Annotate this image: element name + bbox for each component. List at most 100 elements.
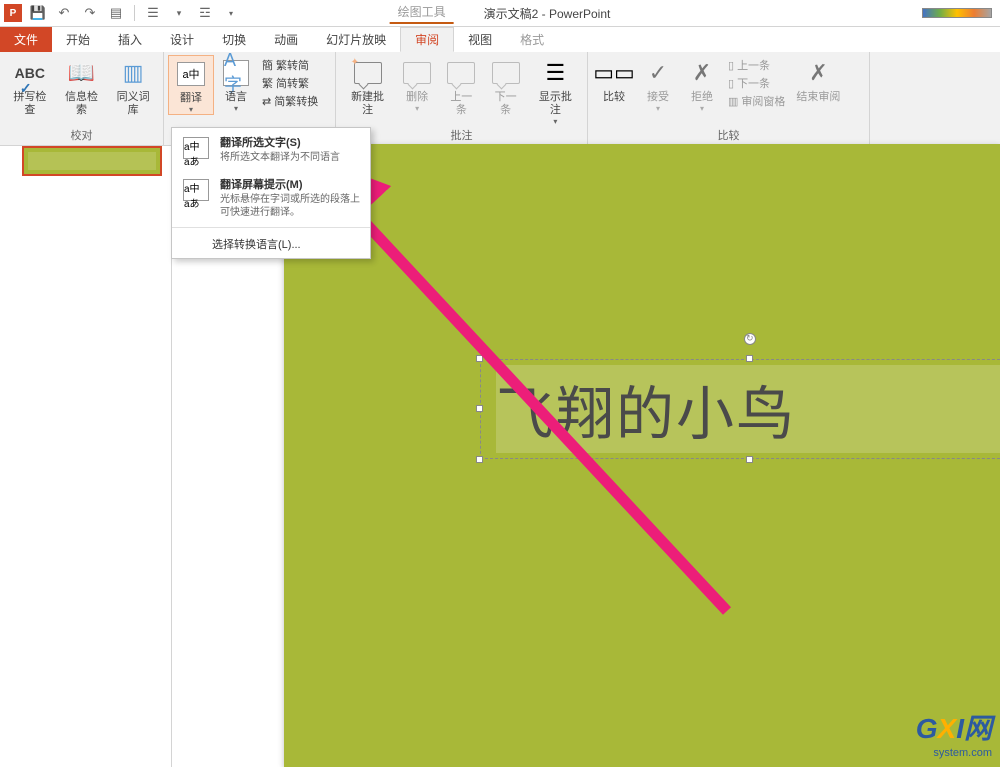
textbox[interactable]: 飞翔的小鸟 [480,359,1000,459]
end-review-label: 结束审阅 [796,91,840,104]
ribbon-tabs: 文件 开始 插入 设计 切换 动画 幻灯片放映 审阅 视图 格式 [0,27,1000,52]
tab-design[interactable]: 设计 [156,27,208,52]
spellcheck-icon: ABC [14,57,46,89]
tab-review[interactable]: 审阅 [400,27,454,52]
group-compare: ▭▭ 比较 ✓ 接受 ▾ ✗ 拒绝 ▾ ▯上一条 ▯下一条 ▥审阅窗格 ✗ 结束… [588,52,870,145]
tab-file[interactable]: 文件 [0,27,52,52]
t2s-icon: 簡 [262,57,273,73]
reject-label: 拒绝 [691,91,713,104]
ribbon: ABC 拼写检查 📖 信息检索 ▥ 同义词库 校对 a中 翻译 ▾ A字 语言 [0,52,1000,146]
resize-handle-tl[interactable] [476,355,483,362]
menu-translate-screentip[interactable]: a中aあ 翻译屏幕提示(M) 光标悬停在字词或所选的段落上可快速进行翻译。 [172,170,370,225]
slide-title-text[interactable]: 飞翔的小鸟 [496,367,796,451]
end-review-button[interactable]: ✗ 结束审阅 [790,55,846,104]
translate-icon: a中 [175,58,207,90]
group-comments: 新建批注 删除 ▾ 上一条 下一条 ☰ 显示批注 ▾ 批注 [336,52,588,145]
tab-format[interactable]: 格式 [506,27,558,52]
separator [134,5,135,21]
tab-insert[interactable]: 插入 [104,27,156,52]
language-button[interactable]: A字 语言 ▾ [214,55,258,113]
translate-button[interactable]: a中 翻译 ▾ [168,55,214,115]
group-proofing: ABC 拼写检查 📖 信息检索 ▥ 同义词库 校对 [0,52,164,145]
next-comment-button[interactable]: 下一条 [484,55,528,117]
redo-icon[interactable]: ↷ [80,3,100,23]
thumbnail-panel[interactable] [0,146,172,767]
start-from-beginning-icon[interactable]: ▤ [106,3,126,23]
t2s-button[interactable]: 簡繁转简 [262,57,318,73]
watermark: GXI网 system.com [916,707,992,759]
research-button[interactable]: 📖 信息检索 [56,55,108,117]
menu-separator [172,227,370,228]
s2t-button[interactable]: 繁简转繁 [262,75,318,91]
translate-label: 翻译 [180,92,202,105]
accept-button[interactable]: ✓ 接受 ▾ [636,55,680,113]
accept-icon: ✓ [642,57,674,89]
rotate-handle[interactable] [744,333,756,345]
spellcheck-button[interactable]: ABC 拼写检查 [4,55,56,117]
compare-next-button[interactable]: ▯下一条 [728,75,785,91]
show-comments-label: 显示批注 [534,91,577,117]
resize-handle-bl[interactable] [476,456,483,463]
tab-view[interactable]: 视图 [454,27,506,52]
touch-mode-icon[interactable]: ☰ [143,3,163,23]
menu-item-desc: 将所选文本翻译为不同语言 [220,151,362,164]
tab-transitions[interactable]: 切换 [208,27,260,52]
undo-icon[interactable]: ↶ [54,3,74,23]
qat-customize-icon[interactable]: ☲ [195,3,215,23]
next-comment-icon [490,57,522,89]
compare-nav: ▯上一条 ▯下一条 ▥审阅窗格 [724,55,789,111]
language-label: 语言 [225,91,247,104]
compare-button[interactable]: ▭▭ 比较 [592,55,636,104]
menu-item-title: 翻译屏幕提示(M) [220,176,362,192]
slide-thumbnail-1[interactable] [22,146,162,176]
chinese-conversion: 簡繁转简 繁简转繁 ⇄简繁转换 [258,55,322,111]
menu-choose-language[interactable]: 选择转换语言(L)... [172,230,370,258]
show-comments-button[interactable]: ☰ 显示批注 ▾ [528,55,583,126]
chevron-down-icon: ▾ [656,104,660,113]
slide-canvas: 飞翔的小鸟 [284,144,1000,767]
translate-screentip-icon: a中aあ [180,176,212,204]
resize-handle-tm[interactable] [746,355,753,362]
new-comment-icon [352,57,384,89]
tab-animations[interactable]: 动画 [260,27,312,52]
document-title: 演示文稿2 - PowerPoint [484,5,611,22]
watermark-brand: GXI网 [916,707,992,747]
delete-comment-label: 删除 [406,91,428,104]
new-comment-button[interactable]: 新建批注 [340,55,395,117]
research-label: 信息检索 [62,91,102,117]
compare-icon: ▭▭ [598,57,630,89]
delete-comment-button[interactable]: 删除 ▾ [395,55,439,113]
qat-more-icon[interactable]: ▾ [169,3,189,23]
proofing-group-label: 校对 [0,127,163,145]
resize-handle-ml[interactable] [476,405,483,412]
accept-label: 接受 [647,91,669,104]
comments-group-label: 批注 [336,127,587,145]
chevron-down-icon: ▾ [415,104,419,113]
compare-label: 比较 [603,91,625,104]
review-pane-button[interactable]: ▥审阅窗格 [728,93,785,109]
watermark-url: system.com [916,747,992,759]
reject-button[interactable]: ✗ 拒绝 ▾ [680,55,724,113]
convert-button[interactable]: ⇄简繁转换 [262,93,318,109]
textbox-inner: 飞翔的小鸟 [496,365,1000,453]
thesaurus-button[interactable]: ▥ 同义词库 [107,55,159,117]
thesaurus-label: 同义词库 [113,91,153,117]
menu-translate-selection[interactable]: a中aあ 翻译所选文字(S) 将所选文本翻译为不同语言 [172,128,370,170]
tab-slideshow[interactable]: 幻灯片放映 [312,27,400,52]
resize-handle-bm[interactable] [746,456,753,463]
compare-prev-button[interactable]: ▯上一条 [728,57,785,73]
prev-icon: ▯ [728,59,734,72]
color-strip-icon [922,8,992,18]
prev-comment-button[interactable]: 上一条 [439,55,483,117]
delete-comment-icon [401,57,433,89]
tab-home[interactable]: 开始 [52,27,104,52]
quick-access-toolbar: P 💾 ↶ ↷ ▤ ☰ ▾ ☲ ▾ [0,3,241,23]
save-icon[interactable]: 💾 [28,3,48,23]
prev-comment-label: 上一条 [445,91,477,117]
qat-dropdown-icon[interactable]: ▾ [221,3,241,23]
compare-group-label: 比较 [588,127,869,145]
research-icon: 📖 [66,57,98,89]
translate-dropdown-menu: a中aあ 翻译所选文字(S) 将所选文本翻译为不同语言 a中aあ 翻译屏幕提示(… [171,127,371,259]
chevron-down-icon: ▾ [234,104,238,113]
translate-selection-icon: a中aあ [180,134,212,162]
